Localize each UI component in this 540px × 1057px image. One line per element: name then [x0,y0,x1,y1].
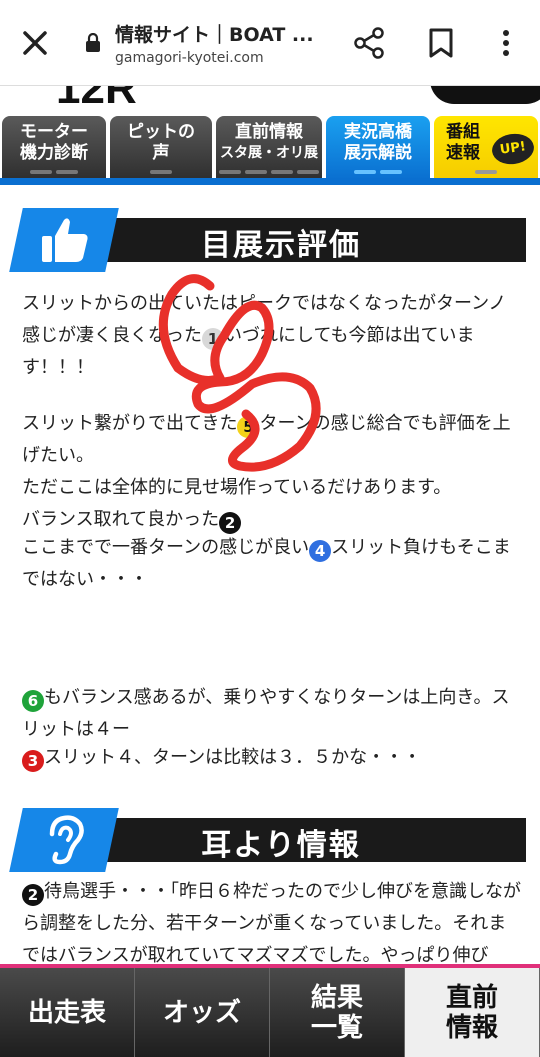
nav-odds[interactable]: オッズ [135,968,270,1057]
section-header-evaluation: 目展示評価 [9,208,526,272]
tab-label-line1: モーター [20,122,88,142]
tab-label-line2: 機力診断 [20,143,88,163]
tab-label-line2: 声 [152,143,170,163]
tab-underline [0,178,540,185]
section-title: 目展示評価 [201,228,361,263]
inside-info-paragraph-1: 2 待鳥選手・・・「昨日６枠だったので少し伸びを意識しながら調整をした分、若干ター… [22,881,521,966]
boat-number-badge: 5 [237,416,260,438]
tab-label-line1: 直前情報 [235,122,303,142]
thumbs-up-icon [42,218,88,262]
share-icon[interactable] [352,26,386,60]
tab-label-line1: ピットの [127,122,195,142]
tab-label-line2: スタ展・オリ展 [220,145,318,161]
tab-pre-race-info[interactable]: 直前情報 スタ展・オリ展 [216,116,322,180]
section-title: 耳より情報 [201,828,361,863]
evaluation-paragraph-2: スリット繋がりで出てきた 5 ターンの感じ総合でも評価を上げたい。 [22,413,511,466]
boat-number-badge: 6 [22,690,44,712]
ear-icon [49,815,84,865]
more-options-icon[interactable] [496,26,516,60]
boat-number-badge: 2 [22,884,44,906]
dark-pill-fragment [430,86,540,104]
tab-motor-diagnosis[interactable]: モーター 機力診断 [2,116,106,180]
boat-number-badge: 1 [202,328,224,350]
section-header-inside-info: 耳より情報 [9,808,526,872]
scrolled-header-fragment: 12R [0,86,540,112]
evaluation-paragraph-3: ただここは全体的に見せ場作っているだけあります。 [22,477,452,498]
evaluation-paragraph-7: 3 スリット４、ターンは比較は３．５かな・・・ [22,742,522,774]
close-icon[interactable] [18,26,52,60]
browser-toolbar: 情報サイト｜BOAT ... gamagori-kyotei.com [0,0,540,86]
lock-icon [86,33,100,52]
tab-program-news[interactable]: 番組 速報 UP! [434,116,538,180]
race-number-fragment: 12R [56,86,137,112]
evaluation-paragraph-5: ここまでで一番ターンの感じが良い 4 スリット負けもそこまではない・・・ [22,537,511,590]
page-title[interactable]: 情報サイト｜BOAT ... [115,20,314,47]
info-tab-bar: モーター 機力診断 ピットの 声 直前情報 スタ展・オリ展 実況高橋 展示解説 … [0,112,540,184]
tab-commentary[interactable]: 実況高橋 展示解説 [326,116,430,180]
evaluation-paragraph-1: スリットからの出ていたはピークではなくなったがターンノ感じが凄く良くなった 1 いづ… [22,293,507,378]
nav-results[interactable]: 結果 一覧 [270,968,405,1057]
page-url[interactable]: gamagori-kyotei.com [115,50,264,66]
nav-pre-race-info[interactable]: 直前 情報 [405,968,540,1057]
tab-pit-voice[interactable]: ピットの 声 [110,116,212,180]
evaluation-paragraph-6: 6 もバランス感あるが、乗りやすくなりターンは上向き。スリットは４ー [22,687,510,740]
tab-label-line1: 実況高橋 [344,122,412,142]
boat-number-badge: 2 [219,512,242,534]
boat-number-badge: 4 [309,540,332,562]
tab-label-line2: 展示解説 [344,143,412,163]
nav-race-card[interactable]: 出走表 [0,968,135,1057]
boat-number-badge: 3 [22,750,44,772]
bottom-navigation: 出走表 オッズ 結果 一覧 直前 情報 [0,968,540,1057]
bookmark-icon[interactable] [428,27,454,59]
